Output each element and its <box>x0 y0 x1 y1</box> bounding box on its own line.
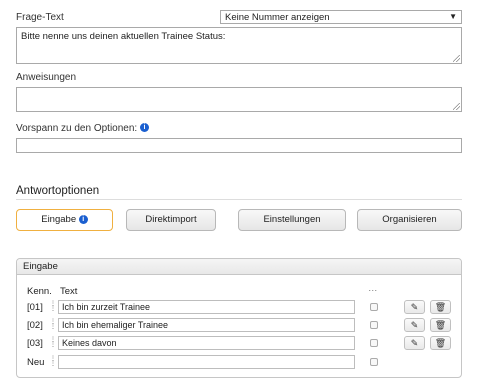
number-display-select[interactable]: Keine Nummer anzeigen ▼ <box>220 10 462 24</box>
tab-organisieren[interactable]: Organisieren <box>357 209 462 231</box>
row-text-input[interactable]: Keines davon <box>58 336 355 350</box>
question-textarea[interactable]: Bitte nenne uns deinen aktuellen Trainee… <box>16 27 462 64</box>
resize-grip-icon[interactable] <box>453 103 460 110</box>
row-code: [02] <box>27 320 43 331</box>
preface-label: Vorspann zu den Optionen: <box>16 123 138 134</box>
tab-einstellungen[interactable]: Einstellungen <box>238 209 346 231</box>
row-code: [01] <box>27 302 43 313</box>
tab-eingabe[interactable]: Eingabe i <box>16 209 113 231</box>
drag-handle-icon[interactable]: ⋮ ⋮ <box>50 319 56 330</box>
answer-options-title: Antwortoptionen <box>16 185 100 197</box>
column-header-text: Text <box>60 286 78 297</box>
row-code: [03] <box>27 338 43 349</box>
new-row-checkbox[interactable] <box>370 358 378 366</box>
preface-label-row: Vorspann zu den Optionen: i <box>16 123 149 134</box>
new-row-text-input[interactable] <box>58 355 355 369</box>
row-checkbox[interactable] <box>370 321 378 329</box>
preface-text <box>17 139 461 145</box>
trash-icon[interactable]: 🗑 <box>430 336 451 350</box>
trash-icon[interactable]: 🗑 <box>430 300 451 314</box>
resize-grip-icon[interactable] <box>453 55 460 62</box>
drag-handle-icon[interactable]: ⋮ ⋮ <box>50 337 56 348</box>
instructions-textarea[interactable] <box>16 87 462 112</box>
row-checkbox[interactable] <box>370 303 378 311</box>
edit-icon[interactable]: ✎ <box>404 300 425 314</box>
input-panel-header: Eingabe <box>17 259 461 275</box>
tab-direktimport[interactable]: Direktimport <box>126 209 216 231</box>
column-header-extra: … <box>368 283 378 294</box>
chevron-down-icon: ▼ <box>449 12 457 21</box>
number-display-value: Keine Nummer anzeigen <box>225 12 330 23</box>
edit-icon[interactable]: ✎ <box>404 336 425 350</box>
new-row-label: Neu <box>27 357 45 368</box>
drag-handle-icon[interactable]: ⋮ ⋮ <box>50 301 56 312</box>
row-text-input[interactable]: Ich bin ehemaliger Trainee <box>58 318 355 332</box>
row-checkbox[interactable] <box>370 339 378 347</box>
info-icon[interactable]: i <box>139 123 149 132</box>
drag-handle-icon[interactable]: ⋮ ⋮ <box>50 356 56 367</box>
info-icon: i <box>78 214 88 224</box>
input-panel-title: Eingabe <box>23 261 58 272</box>
preface-input[interactable] <box>16 138 462 153</box>
instructions-label: Anweisungen <box>16 72 77 83</box>
instructions-text <box>17 88 461 94</box>
edit-icon[interactable]: ✎ <box>404 318 425 332</box>
question-label: Frage-Text <box>16 12 64 23</box>
row-text-input[interactable]: Ich bin zurzeit Trainee <box>58 300 355 314</box>
tab-eingabe-label: Eingabe <box>41 214 77 225</box>
section-divider <box>16 199 462 200</box>
question-text: Bitte nenne uns deinen aktuellen Trainee… <box>21 31 226 42</box>
trash-icon[interactable]: 🗑 <box>430 318 451 332</box>
column-header-code: Kenn. <box>27 286 52 297</box>
